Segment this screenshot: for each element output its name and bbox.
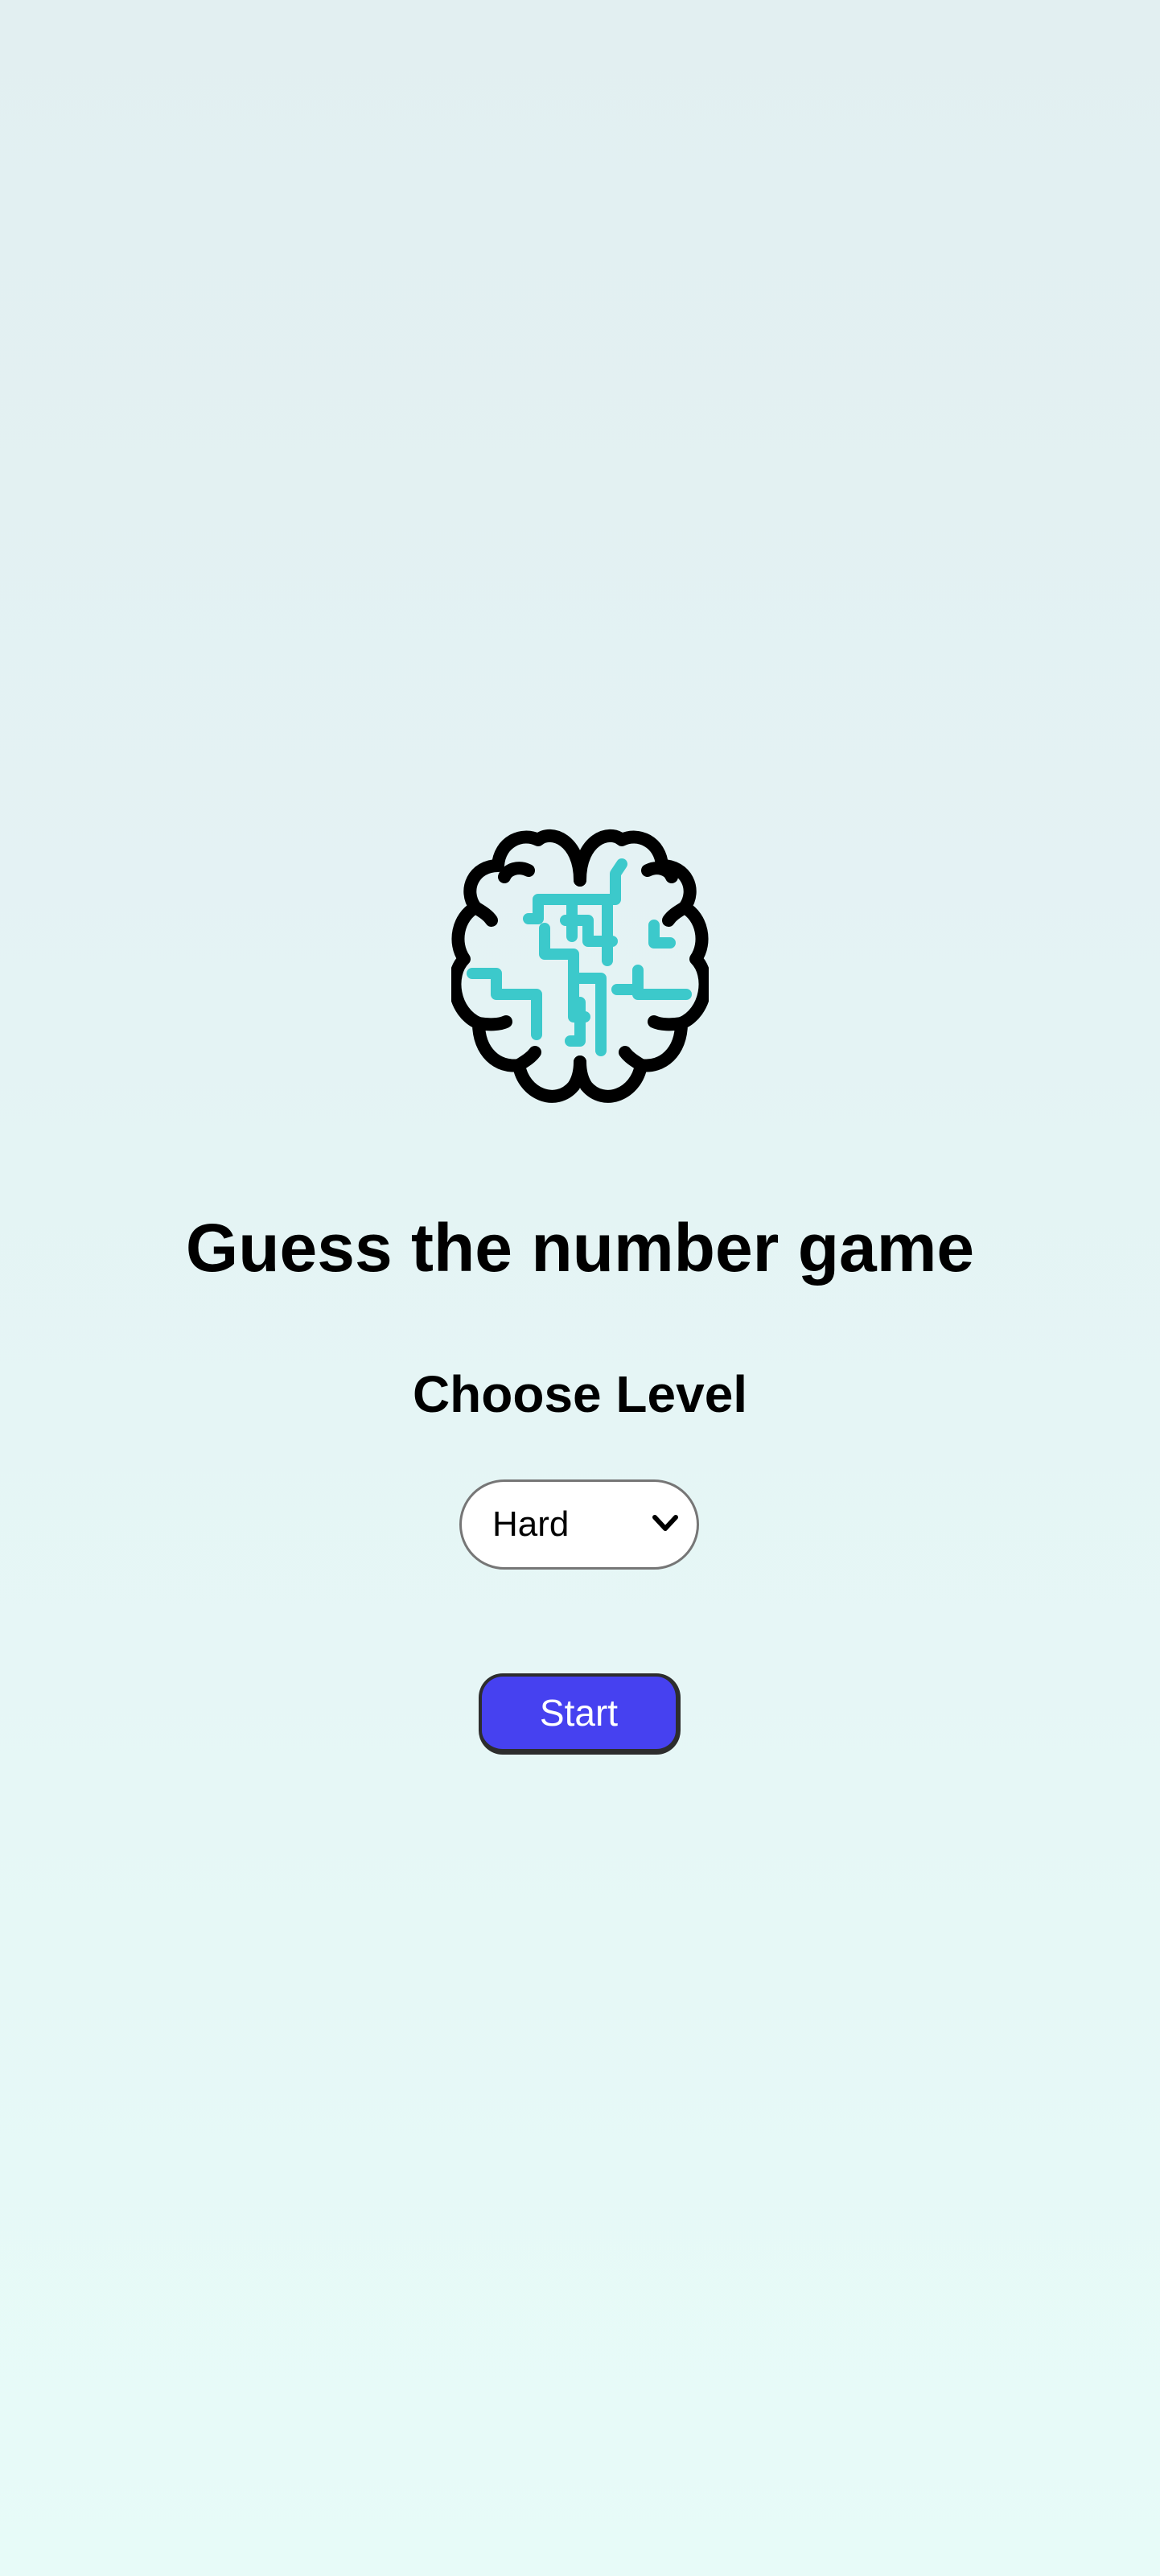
main-screen: Guess the number game Choose Level Hard … bbox=[0, 0, 1160, 2576]
brain-maze-icon bbox=[451, 824, 709, 1107]
level-select-value: Hard bbox=[492, 1504, 570, 1544]
chevron-down-icon bbox=[652, 1512, 679, 1535]
game-title: Guess the number game bbox=[185, 1210, 975, 1286]
start-button[interactable]: Start bbox=[479, 1673, 681, 1755]
choose-level-heading: Choose Level bbox=[412, 1365, 748, 1423]
level-select[interactable]: Hard bbox=[459, 1479, 699, 1570]
